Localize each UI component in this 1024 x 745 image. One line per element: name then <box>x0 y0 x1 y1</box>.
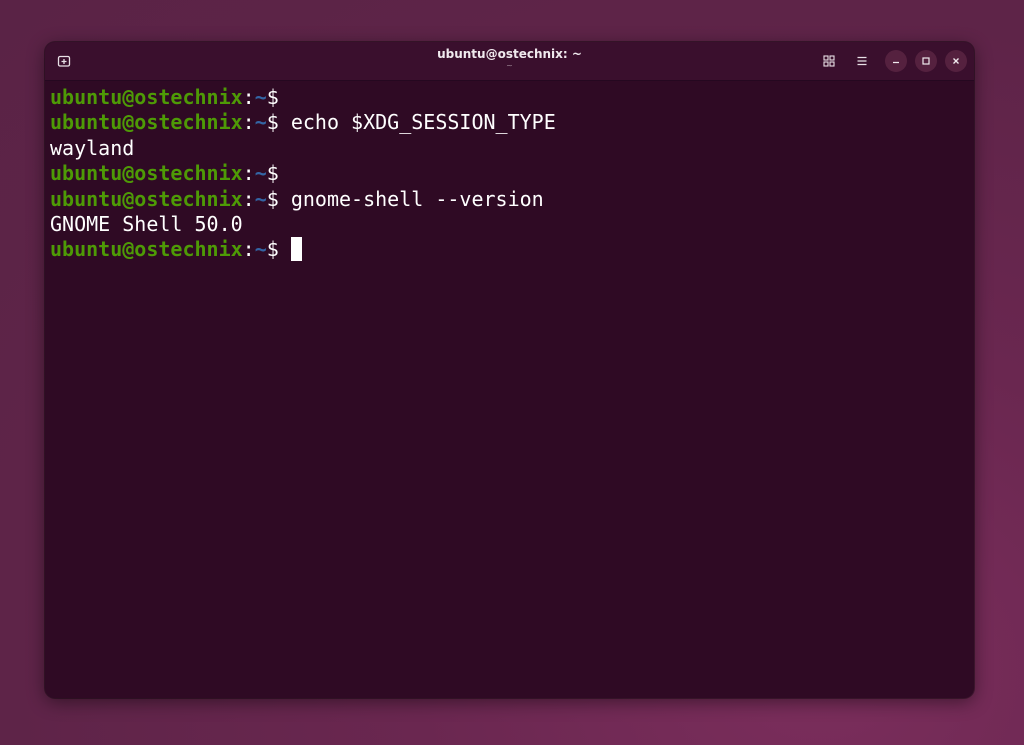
prompt-user-host: ubuntu@ostechnix <box>50 161 243 186</box>
close-button[interactable] <box>945 50 967 72</box>
prompt-symbol: $ <box>266 237 279 262</box>
prompt-symbol: $ <box>266 186 279 211</box>
minimize-button[interactable] <box>885 50 907 72</box>
output-text: wayland <box>50 135 135 160</box>
command-text: echo $XDG_SESSION_TYPE <box>290 110 556 135</box>
prompt-symbol: $ <box>266 110 279 135</box>
prompt-colon: : <box>242 186 255 211</box>
prompt-path: ~ <box>254 110 267 135</box>
menu-button[interactable] <box>851 50 873 72</box>
minimize-icon <box>893 61 899 64</box>
terminal-line: ubuntu@ostechnix:~$ gnome-shell --versio… <box>50 187 974 212</box>
prompt-symbol: $ <box>266 85 279 109</box>
hamburger-menu-icon <box>857 56 867 66</box>
prompt-user-host: ubuntu@ostechnix <box>50 237 243 262</box>
prompt-path: ~ <box>254 237 267 262</box>
prompt-symbol: $ <box>266 161 279 186</box>
prompt-colon: : <box>242 237 255 262</box>
prompt-colon: : <box>242 85 255 109</box>
terminal-output[interactable]: ubuntu@ostechnix:~$ ubuntu@ostechnix:~$ … <box>45 81 974 698</box>
new-tab-button[interactable] <box>55 52 73 70</box>
terminal-line: GNOME Shell 50.0 <box>50 212 974 237</box>
close-icon <box>953 58 959 64</box>
prompt-path: ~ <box>254 85 267 109</box>
prompt-path: ~ <box>254 186 267 211</box>
terminal-line: wayland <box>50 136 974 161</box>
output-text: GNOME Shell 50.0 <box>50 211 243 236</box>
terminal-line: ubuntu@ostechnix:~$ echo $XDG_SESSION_TY… <box>50 110 974 135</box>
prompt-path: ~ <box>254 161 267 186</box>
prompt-colon: : <box>242 161 255 186</box>
terminal-window: ubuntu@ostechnix: ~ ~ ubuntu@ostechnix:~… <box>45 42 974 698</box>
prompt-user-host: ubuntu@ostechnix <box>50 110 243 135</box>
command-text: gnome-shell --version <box>290 186 544 211</box>
terminal-line: ubuntu@ostechnix:~$ <box>50 161 974 186</box>
maximize-icon <box>922 57 930 65</box>
grid-view-icon <box>823 55 835 67</box>
text-cursor[interactable] <box>290 237 302 262</box>
prompt-user-host: ubuntu@ostechnix <box>50 186 243 211</box>
view-button[interactable] <box>818 50 840 72</box>
new-tab-icon <box>57 55 71 67</box>
maximize-button[interactable] <box>915 50 937 72</box>
terminal-line: ubuntu@ostechnix:~$ <box>50 237 974 262</box>
prompt-user-host: ubuntu@ostechnix <box>50 85 243 109</box>
terminal-line: ubuntu@ostechnix:~$ <box>50 85 974 110</box>
prompt-colon: : <box>242 110 255 135</box>
title-bar[interactable]: ubuntu@ostechnix: ~ ~ <box>45 42 974 81</box>
